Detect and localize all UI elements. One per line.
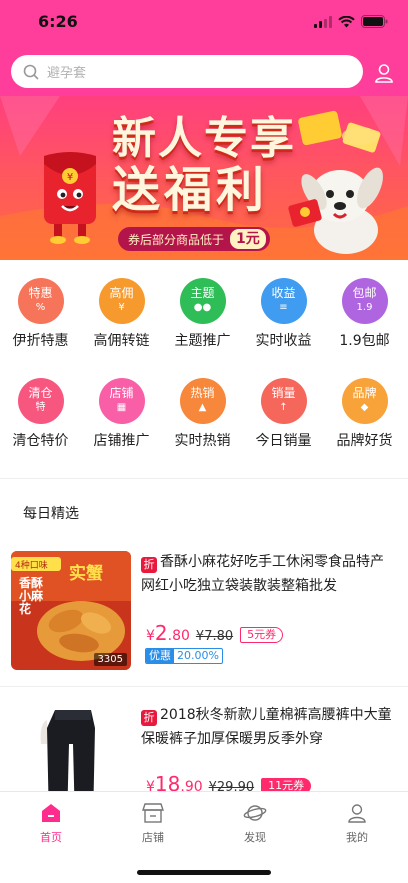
tab-profile[interactable]: 我的 <box>306 792 408 845</box>
banner-coupon-text: 券后部分商品低于 <box>128 232 225 247</box>
clearance-icon: 清仓特 <box>17 378 64 424</box>
category-label: 清仓特价 <box>12 433 69 449</box>
image-flavor-label: 4种口味 <box>15 561 48 571</box>
tab-label: 我的 <box>346 831 368 844</box>
battery-icon <box>361 15 388 28</box>
app-root: 6:26 避孕套 ¥ 新人专享 送福利 券后部分商品低于 1元 特惠 % 伊折特… <box>0 0 408 883</box>
red-envelope-mascot-icon: ¥ <box>44 152 96 244</box>
sales-chart-icon: 销量 ↑ <box>260 378 307 424</box>
product-title-text: 2018秋冬新款儿童棉裤高腰裤中大童保暖裤子加厚保暖男反季外穿 <box>141 707 392 747</box>
category-item-hot-sale[interactable]: 热销 ▲ 实时热销 <box>162 378 243 450</box>
discount-icon: 特惠% <box>17 278 64 324</box>
discount-tag-icon: 折 <box>141 710 157 726</box>
category-item-daily-sales[interactable]: 销量 ↑ 今日销量 <box>243 378 324 450</box>
product-title[interactable]: 折 2018秋冬新款儿童棉裤高腰裤中大童保暖裤子加厚保暖男反季外穿 <box>141 703 393 751</box>
discover-icon <box>243 802 267 824</box>
product-image[interactable]: 4种口味 实蟹 香酥小麻花 3305 <box>11 551 131 670</box>
user-button[interactable] <box>374 63 394 87</box>
dog-mascot-icon <box>288 167 383 254</box>
category-item-earnings[interactable]: 收益 ≡ 实时收益 <box>243 278 324 350</box>
category-label: 实时收益 <box>255 333 312 349</box>
category-label: 主题推广 <box>174 333 231 349</box>
category-label: 店铺推广 <box>93 433 150 449</box>
category-label: 今日销量 <box>255 433 312 449</box>
diamond-icon: 品牌 ◆ <box>341 378 388 424</box>
category-label: 伊折特惠 <box>12 333 69 349</box>
tab-discover[interactable]: 发现 <box>204 792 306 845</box>
category-item-store-promo[interactable]: 店铺 ▦ 店铺推广 <box>81 378 162 450</box>
tab-label: 发现 <box>244 831 266 844</box>
category-label: 1.9包邮 <box>339 333 390 349</box>
store-icon: 店铺 ▦ <box>98 378 145 424</box>
promo-label: 优惠 <box>146 649 174 663</box>
banner-coupon-value: 1元 <box>230 229 266 249</box>
signal-icon <box>314 15 332 28</box>
status-bar: 6:26 <box>0 0 408 44</box>
header: 6:26 避孕套 <box>0 0 408 96</box>
category-label: 品牌好货 <box>336 433 393 449</box>
banner-subheadline: 送福利 <box>112 162 269 218</box>
search-input[interactable]: 避孕套 <box>11 55 363 88</box>
fire-icon: 热销 ▲ <box>179 378 226 424</box>
coupon-badge[interactable]: 5元券 <box>240 627 284 643</box>
category-label: 实时热销 <box>174 433 231 449</box>
status-icons <box>314 15 388 28</box>
tab-home[interactable]: 首页 <box>0 792 102 845</box>
search-icon <box>23 64 39 79</box>
image-product-name: 香酥小麻花 <box>19 576 44 616</box>
commission-icon: 高佣 ¥ <box>98 278 145 324</box>
tab-label: 店铺 <box>142 831 164 844</box>
category-item-discount[interactable]: 特惠% 伊折特惠 <box>0 278 81 350</box>
theme-palette-icon: 主题 ●● <box>179 278 226 324</box>
search-placeholder: 避孕套 <box>47 66 87 81</box>
product-title-text: 香酥小麻花好吃手工休闲零食品特产网红小吃独立袋装散装整箱批发 <box>141 554 384 594</box>
free-shipping-icon: 包邮 1.9 <box>341 278 388 324</box>
divider <box>0 478 408 479</box>
category-item-theme[interactable]: 主题 ●● 主题推广 <box>162 278 243 350</box>
tab-shop[interactable]: 店铺 <box>102 792 204 845</box>
earnings-icon: 收益 ≡ <box>260 278 307 324</box>
shop-icon <box>141 802 165 824</box>
banner-coupon-badge: 券后部分商品低于 1元 <box>118 227 270 251</box>
price-row: ¥2.80 ¥7.80 5元券 <box>146 621 284 645</box>
user-icon <box>375 64 393 83</box>
image-count-badge: 3305 <box>93 653 127 666</box>
product-title[interactable]: 折香酥小麻花好吃手工休闲零食品特产网红小吃独立袋装散装整箱批发 <box>141 550 393 598</box>
product-card[interactable]: 4种口味 实蟹 香酥小麻花 3305 折香酥小麻花好吃手工休闲零食品特产网红小吃… <box>0 541 408 670</box>
category-label: 高佣转链 <box>93 333 150 349</box>
image-headline: 实蟹 <box>69 564 103 584</box>
section-title: 每日精选 <box>23 506 79 522</box>
category-item-brand[interactable]: 品牌 ◆ 品牌好货 <box>324 378 405 450</box>
home-indicator <box>137 870 271 875</box>
promo-banner[interactable]: ¥ 新人专享 送福利 券后部分商品低于 1元 <box>0 96 408 260</box>
promo-value: 20.00% <box>177 649 219 662</box>
divider <box>0 686 408 687</box>
category-item-free-shipping[interactable]: 包邮 1.9 1.9包邮 <box>324 278 405 350</box>
status-time: 6:26 <box>38 12 78 31</box>
home-icon <box>39 802 63 824</box>
wifi-icon <box>338 15 355 27</box>
svg-text:¥: ¥ <box>67 172 73 183</box>
discount-tag-icon: 折 <box>141 557 157 573</box>
category-item-clearance[interactable]: 清仓特 清仓特价 <box>0 378 81 450</box>
tab-label: 首页 <box>40 831 62 844</box>
current-price: ¥2.80 <box>146 621 190 645</box>
promo-badge: 优惠 20.00% <box>145 648 223 664</box>
category-item-high-commission[interactable]: 高佣 ¥ 高佣转链 <box>81 278 162 350</box>
profile-icon <box>345 802 369 824</box>
original-price: ¥7.80 <box>195 629 234 644</box>
